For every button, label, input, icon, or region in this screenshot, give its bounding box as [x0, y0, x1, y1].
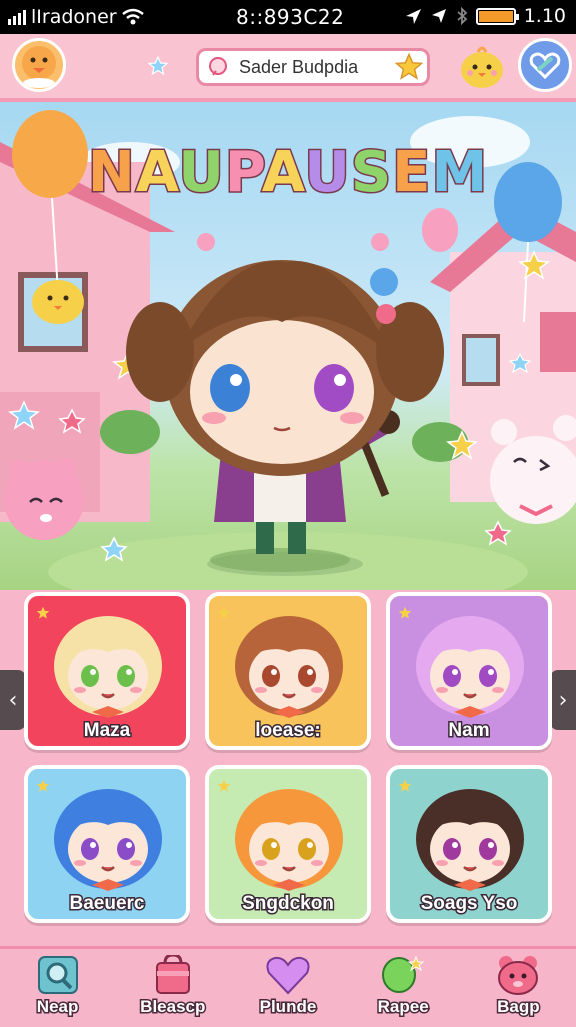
- character-portrait: [54, 616, 162, 718]
- shopping-bag-icon: [155, 955, 190, 994]
- character-portrait: [416, 616, 524, 718]
- sparkle-icon: [398, 606, 412, 619]
- tab-bagp[interactable]: Bagp: [468, 949, 568, 1023]
- sparkle-icon: [36, 779, 50, 792]
- title-letter: P: [223, 139, 262, 207]
- character-card[interactable]: Sngdckon: [205, 765, 371, 923]
- chick-face-icon[interactable]: [12, 38, 66, 92]
- chick-mascot-icon[interactable]: [454, 40, 510, 92]
- signal-icon: [8, 9, 26, 25]
- character-card[interactable]: Maza: [24, 592, 190, 750]
- magnifier-icon: [37, 956, 78, 994]
- speech-bubble-icon: [209, 57, 227, 76]
- character-name: Nam: [447, 719, 491, 743]
- character-card[interactable]: Nam: [386, 592, 552, 750]
- tab-label: Neap: [35, 996, 80, 1018]
- balloon-icon: [382, 955, 425, 993]
- bottom-tab-bar: Neap Bleascp Plunde Rapee Bagp: [0, 946, 576, 1027]
- character-name: Sngdckon: [241, 892, 336, 916]
- status-right: 1.10: [404, 5, 566, 27]
- title-letter: A: [260, 139, 305, 207]
- favorite-star-icon[interactable]: [395, 53, 423, 81]
- wifi-icon: [121, 8, 144, 25]
- battery-icon: [475, 7, 519, 25]
- bluetooth-icon: [457, 7, 468, 25]
- character-portrait: [54, 789, 162, 891]
- battery-label: 1.10: [523, 5, 566, 27]
- title-letter: S: [349, 139, 393, 207]
- carrier-group: lIradoner: [8, 6, 144, 28]
- location-icon: [405, 9, 421, 24]
- title-letter: N: [86, 139, 136, 207]
- tab-bleascp[interactable]: Bleascp: [123, 949, 223, 1023]
- tab-label: Bleascp: [139, 996, 207, 1018]
- title-letter: U: [177, 139, 226, 207]
- title-letter: A: [134, 139, 179, 207]
- character-card[interactable]: Baeuerc: [24, 765, 190, 923]
- title-letter: E: [391, 139, 432, 207]
- character-name: Maza: [82, 719, 131, 743]
- heart-icon: [266, 956, 310, 995]
- heart-ribbon-icon[interactable]: [518, 38, 572, 92]
- tab-rapee[interactable]: Rapee: [353, 949, 453, 1023]
- top-bar: [0, 34, 576, 102]
- carrier-label: lIradoner: [31, 6, 117, 28]
- character-portrait: [235, 789, 343, 891]
- search-bar[interactable]: [196, 48, 430, 86]
- sparkle-icon: [398, 779, 412, 792]
- sparkle-icon: [36, 606, 50, 619]
- star-icon: [148, 56, 168, 76]
- next-page-button[interactable]: ›: [550, 670, 576, 730]
- tab-plunde[interactable]: Plunde: [238, 949, 338, 1023]
- prev-page-button[interactable]: ‹: [0, 670, 26, 730]
- title-letter: M: [430, 139, 489, 207]
- tab-label: Plunde: [258, 996, 318, 1018]
- tab-label: Rapee: [376, 996, 430, 1018]
- game-title: NAUPAUSEM: [0, 139, 576, 207]
- game-scene: NAUPAUSEM: [0, 102, 576, 590]
- search-input[interactable]: [237, 55, 401, 79]
- navigation-icon: [431, 9, 446, 23]
- character-name: Soags Yso: [419, 892, 519, 916]
- status-bar: lIradoner 8::893C22 1.10: [0, 0, 576, 34]
- character-card[interactable]: Soags Yso: [386, 765, 552, 923]
- tab-neap[interactable]: Neap: [8, 949, 108, 1023]
- bear-face-icon: [498, 956, 539, 995]
- character-card[interactable]: loease:: [205, 592, 371, 750]
- tab-label: Bagp: [496, 996, 541, 1018]
- character-portrait: [235, 616, 343, 718]
- character-name: Baeuerc: [68, 892, 146, 916]
- character-grid: Maza loease: Nam Baeuerc Sngdckon Soags Yso: [24, 592, 552, 932]
- sparkle-icon: [217, 606, 231, 619]
- character-portrait: [416, 789, 524, 891]
- status-time: 8::893C22: [236, 5, 345, 29]
- character-name: loease:: [254, 719, 322, 743]
- title-letter: U: [303, 139, 352, 207]
- sparkle-icon: [217, 779, 231, 792]
